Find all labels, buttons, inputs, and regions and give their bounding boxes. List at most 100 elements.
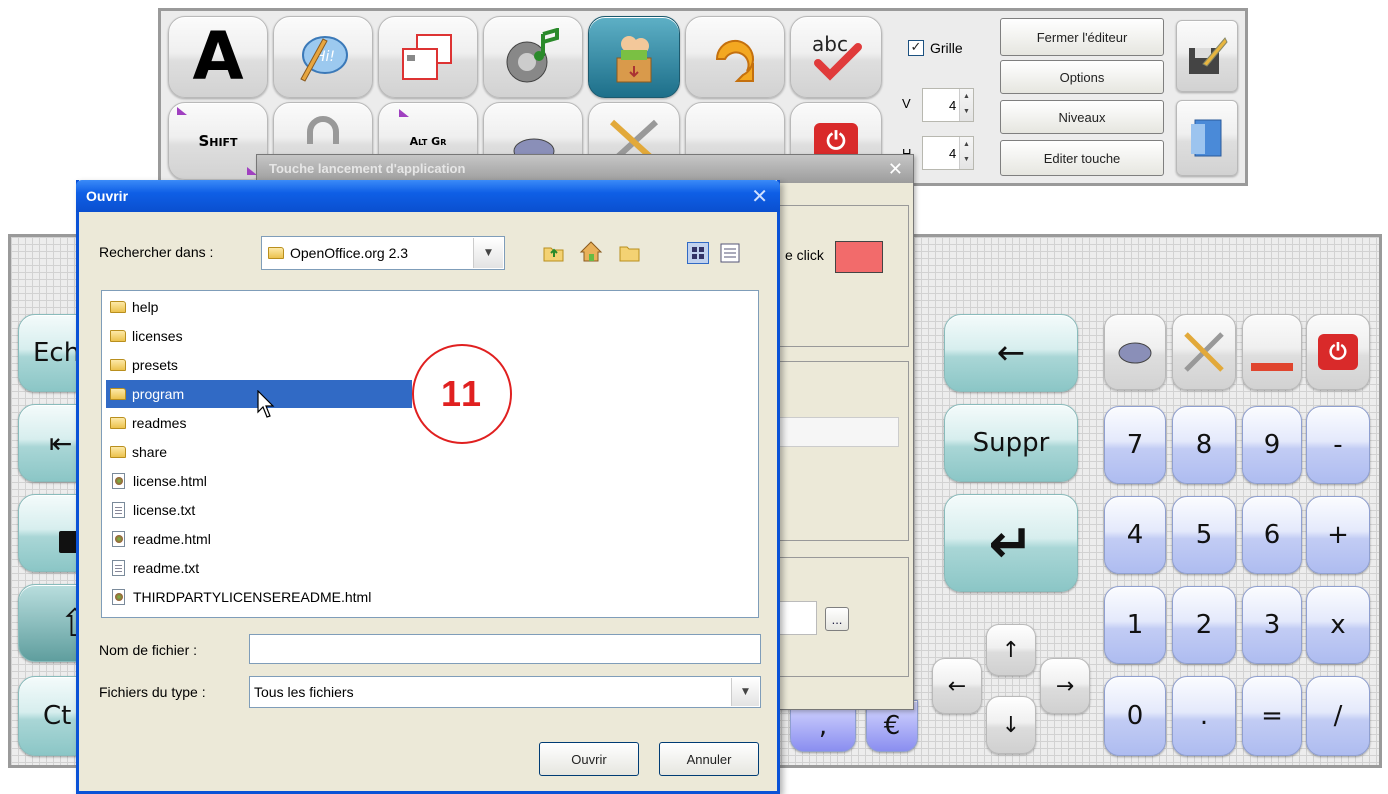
arrow-down-icon: ↓ — [1001, 712, 1021, 738]
edit-key-button[interactable]: Editer touche — [1000, 140, 1164, 176]
click-color-swatch[interactable] — [835, 241, 883, 273]
numpad-label: 8 — [1195, 430, 1213, 460]
enter-icon: ↵ — [988, 511, 1034, 575]
html-file-icon — [112, 531, 125, 547]
list-view-icon[interactable] — [687, 242, 709, 264]
numpad-key-6[interactable]: 6 — [1242, 496, 1302, 574]
user-key[interactable] — [588, 16, 680, 98]
close-editor-button[interactable]: Fermer l'éditeur — [1000, 18, 1164, 56]
close-icon[interactable]: ✕ — [888, 159, 903, 180]
folder-icon — [110, 417, 126, 429]
numpad-key-1[interactable]: 1 — [1104, 586, 1166, 664]
tools-small-key[interactable] — [1172, 314, 1236, 390]
file-name: licenses — [132, 328, 183, 344]
v-spinner[interactable]: 4 ▲ ▼ — [922, 88, 974, 122]
list-item[interactable]: license.txt — [110, 496, 195, 524]
list-item[interactable]: license.html — [110, 467, 207, 495]
numpad-key-divide[interactable]: / — [1306, 676, 1370, 756]
chevron-down-icon[interactable]: ▼ — [731, 678, 759, 706]
app-launch-title: Touche lancement d'application — [269, 161, 466, 176]
numpad-key-multiply[interactable]: x — [1306, 586, 1370, 664]
new-folder-icon[interactable] — [619, 242, 641, 262]
mouse-small-key[interactable] — [1104, 314, 1166, 390]
arrow-up-key[interactable]: ↑ — [986, 624, 1036, 676]
numpad-key-9[interactable]: 9 — [1242, 406, 1302, 484]
arrow-down-key[interactable]: ↓ — [986, 696, 1036, 754]
grid-label: Grille — [930, 40, 963, 56]
browse-button[interactable]: ... — [825, 607, 849, 631]
numpad-label: 9 — [1263, 430, 1281, 460]
corner-triangle-icon — [177, 107, 187, 115]
look-in-dropdown[interactable]: OpenOffice.org 2.3 ▼ — [261, 236, 505, 270]
mouse-cursor-icon — [257, 390, 275, 418]
details-view-icon[interactable] — [719, 242, 741, 264]
arrow-left-key[interactable]: ← — [932, 658, 982, 714]
folder-icon — [110, 446, 126, 458]
arrow-right-key[interactable]: → — [1040, 658, 1090, 714]
numpad-key-0[interactable]: 0 — [1104, 676, 1166, 756]
numpad-key-plus[interactable]: + — [1306, 496, 1370, 574]
h-spinner[interactable]: 4 ▲ ▼ — [922, 136, 974, 170]
app-launch-field[interactable] — [777, 417, 899, 447]
list-item[interactable]: readme.html — [110, 525, 211, 553]
file-name: presets — [132, 357, 178, 373]
return-key[interactable] — [685, 16, 785, 98]
numpad-key-minus[interactable]: - — [1306, 406, 1370, 484]
window-key[interactable] — [378, 16, 478, 98]
filetype-dropdown[interactable]: Tous les fichiers ▼ — [249, 676, 761, 708]
speech-key[interactable]: Hi! — [273, 16, 373, 98]
list-item[interactable]: THIRDPARTYLICENSEREADME.html — [110, 583, 371, 611]
save-edit-button[interactable] — [1176, 20, 1238, 92]
list-item[interactable]: readme.txt — [110, 554, 199, 582]
text-key[interactable]: A — [168, 16, 268, 98]
numpad-key-7[interactable]: 7 — [1104, 406, 1166, 484]
file-list[interactable]: help licenses presets program readmes sh… — [101, 290, 759, 618]
list-item[interactable]: presets — [110, 351, 178, 379]
list-item[interactable]: share — [110, 438, 167, 466]
numpad-key-2[interactable]: 2 — [1172, 586, 1236, 664]
desktop-home-icon[interactable] — [579, 240, 603, 262]
music-speaker-icon — [506, 28, 559, 83]
close-icon[interactable]: ✕ — [751, 184, 768, 208]
numpad-key-dot[interactable]: . — [1172, 676, 1236, 756]
numpad-key-8[interactable]: 8 — [1172, 406, 1236, 484]
shift-key[interactable]: Shift — [168, 102, 268, 180]
sound-key[interactable] — [483, 16, 583, 98]
numpad-key-3[interactable]: 3 — [1242, 586, 1302, 664]
options-button[interactable]: Options — [1000, 60, 1164, 94]
backspace-icon: ← — [996, 333, 1026, 373]
power-small-key[interactable]: ⏻ — [1306, 314, 1370, 390]
list-item[interactable]: help — [110, 293, 158, 321]
list-item[interactable]: licenses — [110, 322, 183, 350]
app-path-field[interactable] — [777, 601, 817, 635]
numpad-label: . — [1199, 701, 1209, 731]
ctrl-label: Ct — [43, 701, 72, 731]
suppr-key[interactable]: Suppr — [944, 404, 1078, 482]
file-name: license.html — [133, 473, 207, 489]
numpad-key-5[interactable]: 5 — [1172, 496, 1236, 574]
levels-button[interactable]: Niveaux — [1000, 100, 1164, 134]
spinner-arrows-icon[interactable]: ▲ ▼ — [959, 137, 973, 169]
spellcheck-key[interactable]: abc — [790, 16, 882, 98]
numpad-key-4[interactable]: 4 — [1104, 496, 1166, 574]
minimize-small-key[interactable] — [1242, 314, 1302, 390]
open-button[interactable]: Ouvrir — [539, 742, 639, 776]
filename-input[interactable] — [249, 634, 761, 664]
file-name: THIRDPARTYLICENSEREADME.html — [133, 589, 372, 605]
folder-icon — [110, 388, 126, 400]
chevron-down-icon[interactable]: ▼ — [473, 238, 503, 268]
numpad-key-equals[interactable]: = — [1242, 676, 1302, 756]
app-launch-panel — [777, 205, 909, 347]
page-button[interactable] — [1176, 100, 1238, 176]
cancel-button[interactable]: Annuler — [659, 742, 759, 776]
list-item[interactable]: readmes — [110, 409, 186, 437]
backspace-key[interactable]: ← — [944, 314, 1078, 392]
up-folder-icon[interactable] — [543, 242, 565, 262]
filename-label: Nom de fichier : — [99, 642, 198, 658]
step-callout: 11 — [412, 344, 512, 444]
filetype-label: Fichiers du type : — [99, 684, 206, 700]
open-dialog-titlebar: Ouvrir ✕ — [76, 180, 780, 212]
enter-key[interactable]: ↵ — [944, 494, 1078, 592]
grid-checkbox[interactable]: ✓ — [908, 40, 924, 56]
spinner-arrows-icon[interactable]: ▲ ▼ — [959, 89, 973, 121]
